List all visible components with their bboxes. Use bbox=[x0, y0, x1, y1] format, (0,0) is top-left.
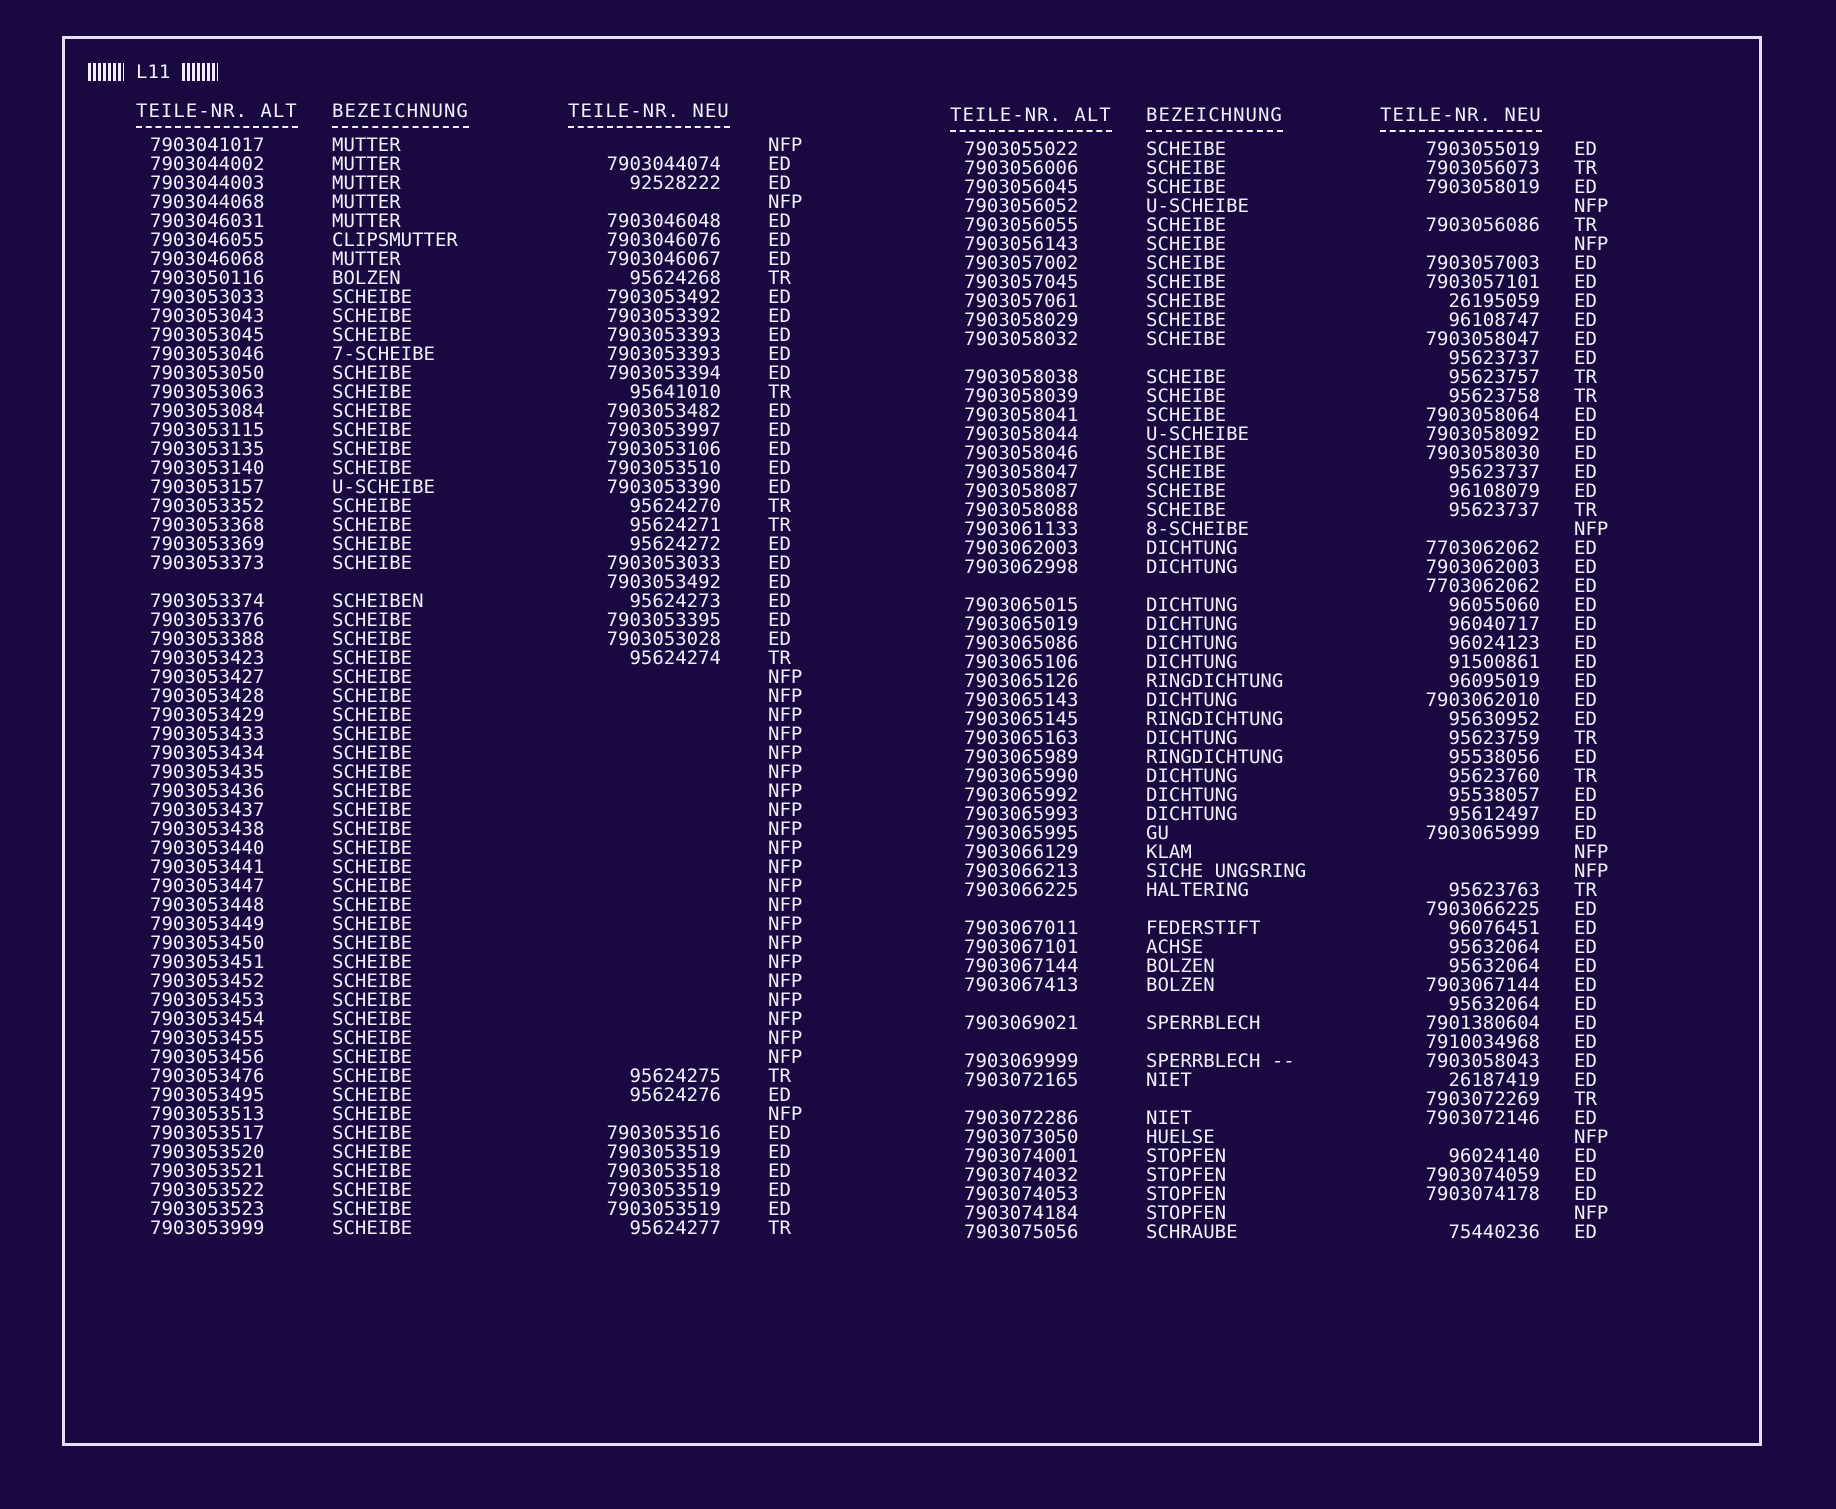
part-number-new: 95623737 bbox=[1448, 499, 1540, 521]
part-description: SCHRAUBE bbox=[1146, 1221, 1238, 1243]
header-alt: TEILE-NR. ALT bbox=[136, 100, 298, 128]
part-number-new: 7903072146 bbox=[1425, 1107, 1540, 1129]
barcode-mark-right bbox=[182, 63, 219, 81]
part-number-old: 7903062998 bbox=[964, 556, 1079, 578]
change-code: ED bbox=[1574, 1221, 1597, 1243]
page-identifier: L11 bbox=[88, 60, 219, 84]
part-description: HALTERING bbox=[1146, 879, 1249, 901]
part-number-new: 92528222 bbox=[629, 172, 721, 194]
part-number-old: 7903066225 bbox=[964, 879, 1079, 901]
header-bezeichnung: BEZEICHNUNG bbox=[332, 100, 469, 128]
barcode-mark-left bbox=[88, 63, 124, 81]
part-description: SPERRBLECH bbox=[1146, 1012, 1261, 1034]
header-bezeichnung: BEZEICHNUNG bbox=[1146, 104, 1283, 132]
part-description: SCHEIBE bbox=[332, 552, 413, 574]
part-number-new: 7903056086 bbox=[1425, 214, 1540, 236]
left-parts-table: TEILE-NR. ALT BEZEICHNUNG TEILE-NR. NEU … bbox=[136, 100, 836, 1270]
header-neu: TEILE-NR. NEU bbox=[1380, 104, 1542, 132]
part-number-new: 7903074178 bbox=[1425, 1183, 1540, 1205]
part-number-old: 7903053999 bbox=[150, 1217, 265, 1239]
part-description: SCHEIBE bbox=[1146, 328, 1227, 350]
part-number-new: 95624276 bbox=[629, 1084, 721, 1106]
page-label: L11 bbox=[136, 61, 171, 83]
part-number-new: 95624277 bbox=[629, 1217, 721, 1239]
part-number-new: 7903065999 bbox=[1425, 822, 1540, 844]
part-number-old: 7903058032 bbox=[964, 328, 1079, 350]
part-number-old: 7903053373 bbox=[150, 552, 265, 574]
part-description: NIET bbox=[1146, 1069, 1192, 1091]
part-description: DICHTUNG bbox=[1146, 556, 1238, 578]
part-number-new: 7903058019 bbox=[1425, 176, 1540, 198]
part-number-new: 75440236 bbox=[1448, 1221, 1540, 1243]
header-neu: TEILE-NR. NEU bbox=[568, 100, 730, 128]
right-parts-table: TEILE-NR. ALT BEZEICHNUNG TEILE-NR. NEU … bbox=[950, 104, 1650, 1274]
part-number-old: 7903072165 bbox=[964, 1069, 1079, 1091]
part-description: BOLZEN bbox=[1146, 974, 1215, 996]
change-code: TR bbox=[768, 1217, 791, 1239]
part-number-new: 95624274 bbox=[629, 647, 721, 669]
part-number-old: 7903075056 bbox=[964, 1221, 1079, 1243]
header-alt: TEILE-NR. ALT bbox=[950, 104, 1112, 132]
part-description: SCHEIBE bbox=[332, 1217, 413, 1239]
part-number-old: 7903067413 bbox=[964, 974, 1079, 996]
part-number-old: 7903069021 bbox=[964, 1012, 1079, 1034]
